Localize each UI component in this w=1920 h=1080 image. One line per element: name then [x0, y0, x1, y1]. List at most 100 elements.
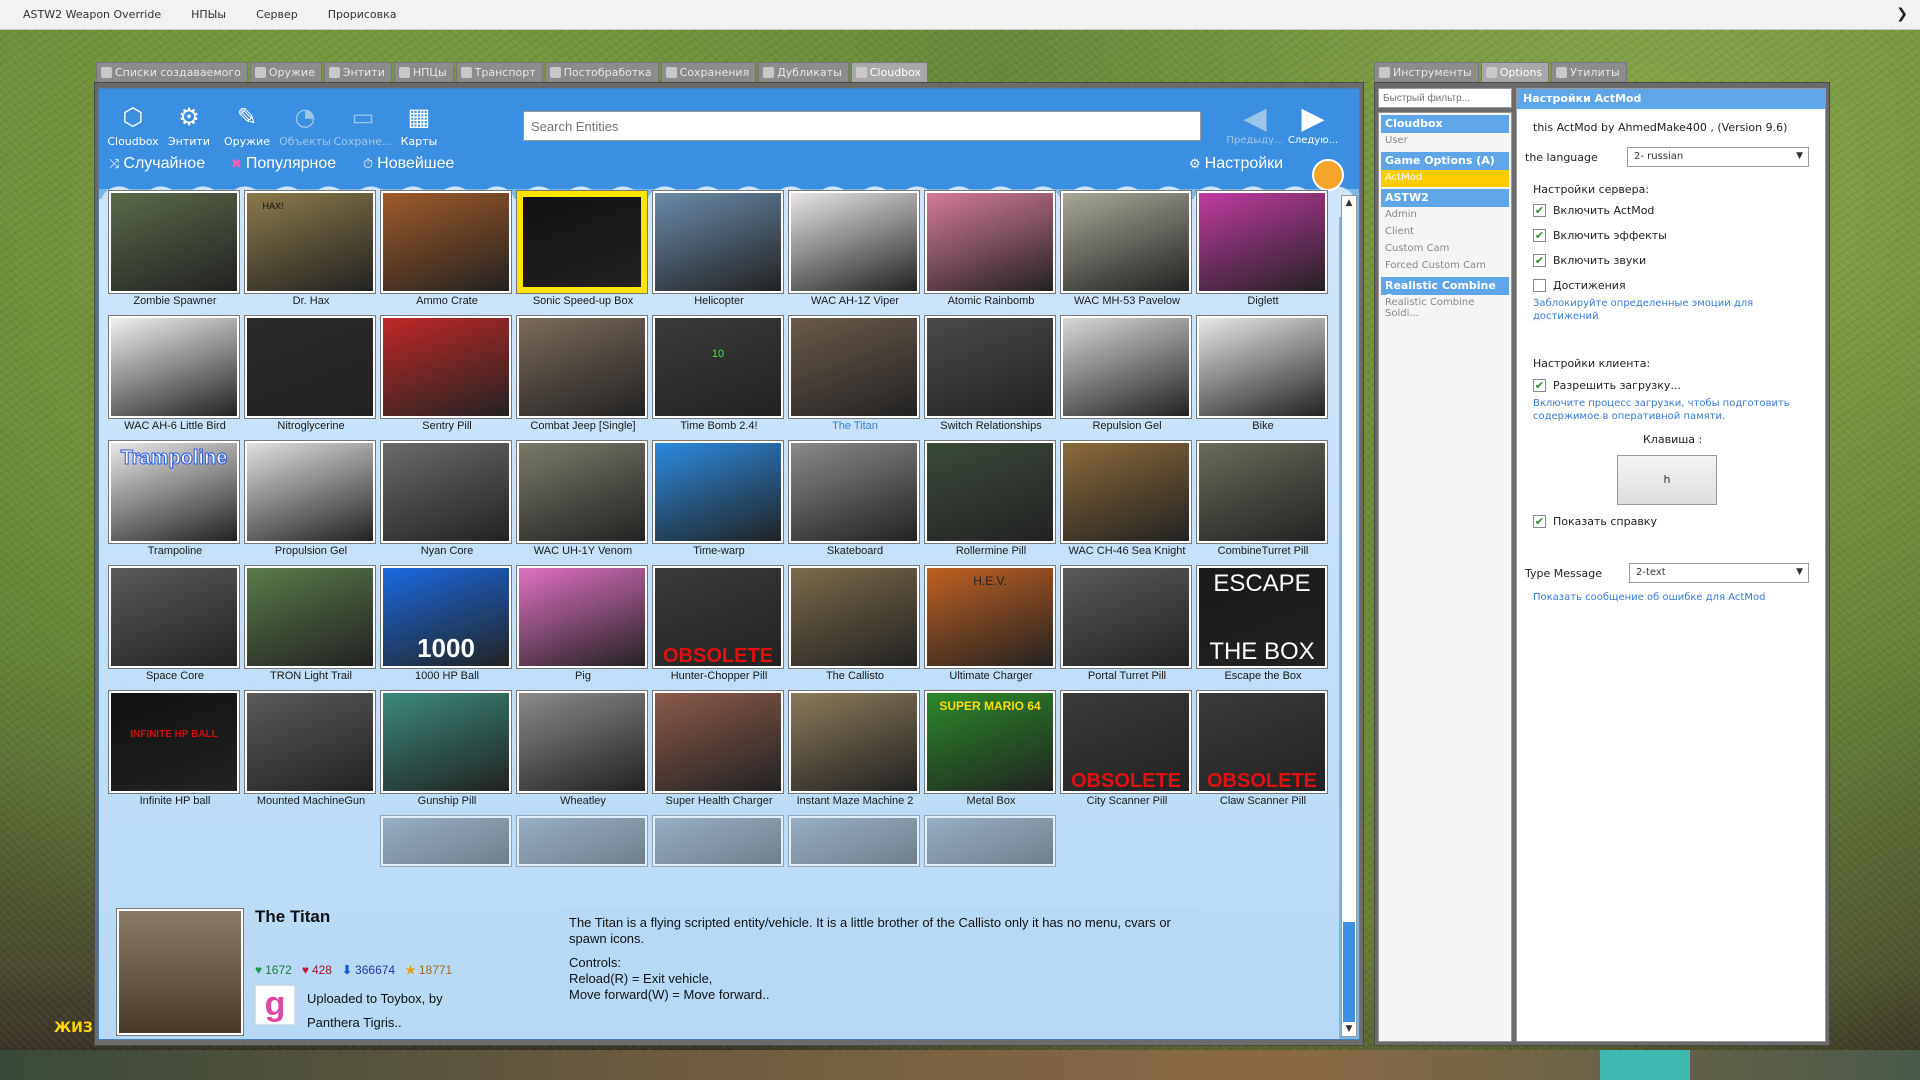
entity-tile[interactable]: WAC UH-1Y Venom	[517, 441, 649, 563]
tab-npcs[interactable]: НПЦы	[393, 62, 454, 82]
language-select[interactable]: 2- russian ▼	[1627, 147, 1809, 167]
entity-tile[interactable]: Nitroglycerine	[245, 316, 377, 438]
sort-newest[interactable]: ⏱ Новейшее	[363, 155, 454, 173]
entity-tile[interactable]: HAX! Dr. Hax	[245, 191, 377, 313]
search-input[interactable]	[523, 111, 1201, 141]
entity-tile[interactable]: Wheatley	[517, 691, 649, 813]
options-subitem[interactable]: Custom Cam	[1381, 241, 1509, 258]
options-subitem[interactable]: User	[1381, 133, 1509, 150]
entity-tile[interactable]: Super Health Charger	[653, 691, 785, 813]
entity-tile[interactable]: Atomic Rainbomb	[925, 191, 1057, 313]
prev-page-button[interactable]: ◀ Предыду...	[1225, 103, 1285, 147]
entity-tile[interactable]: WAC AH-6 Little Bird	[109, 316, 241, 438]
options-subitem[interactable]: Realistic Combine Soldi...	[1381, 295, 1509, 319]
entity-tile[interactable]: OBSOLETE Claw Scanner Pill	[1197, 691, 1329, 813]
tab-postprocess[interactable]: Постобработка	[544, 62, 659, 82]
tab-cloudbox[interactable]: Cloudbox	[850, 62, 929, 82]
achievements-checkbox[interactable]	[1533, 279, 1546, 292]
key-binder-button[interactable]: h	[1617, 455, 1717, 505]
options-subitem[interactable]: Forced Custom Cam	[1381, 258, 1509, 275]
entity-tile[interactable]: Bike	[1197, 316, 1329, 438]
entity-tile[interactable]: SUPER MARIO 64 Metal Box	[925, 691, 1057, 813]
tab-dupes[interactable]: Дубликаты	[758, 62, 849, 82]
enable-sounds-checkbox[interactable]: ✔	[1533, 254, 1546, 267]
user-avatar[interactable]	[1312, 159, 1344, 191]
enable-effects-checkbox[interactable]: ✔	[1533, 229, 1546, 242]
entity-tile[interactable]: Ammo Crate	[381, 191, 513, 313]
entity-tile[interactable]: WAC MH-53 Pavelow	[1061, 191, 1193, 313]
type-message-select[interactable]: 2-text ▼	[1629, 563, 1809, 583]
settings-button[interactable]: ⚙ Настройки	[1189, 155, 1283, 173]
tab-vehicles[interactable]: Транспорт	[455, 62, 543, 82]
entity-tile[interactable]: Zombie Spawner	[109, 191, 241, 313]
entity-tile[interactable]: CombineTurret Pill	[1197, 441, 1329, 563]
toolbar-maps-button[interactable]: ▦ Карты	[389, 103, 449, 148]
options-subitem[interactable]: ActMod	[1381, 170, 1509, 187]
entity-tile[interactable]: Gunship Pill	[381, 691, 513, 813]
entity-tile[interactable]: Diglett	[1197, 191, 1329, 313]
entity-tile[interactable]: The Titan	[789, 316, 921, 438]
entity-tile[interactable]: ESCAPE THE BOX Escape the Box	[1197, 566, 1329, 688]
tab-tools[interactable]: Инструменты	[1374, 62, 1479, 82]
quick-filter-input[interactable]	[1378, 88, 1512, 108]
show-error-link[interactable]: Показать сообщение об ошибке для ActMod	[1533, 591, 1765, 604]
allow-loading-checkbox[interactable]: ✔	[1533, 379, 1546, 392]
tab-weapons[interactable]: Оружие	[249, 62, 322, 82]
entity-tile[interactable]: Skateboard	[789, 441, 921, 563]
next-page-button[interactable]: ▶ Следую...	[1283, 103, 1343, 147]
options-category[interactable]: Game Options (A)	[1381, 152, 1509, 170]
toolbar-objects-button[interactable]: ◔ Объекты	[275, 103, 335, 148]
toolbar-cloudbox-button[interactable]: ⬡ Cloudbox	[103, 103, 163, 148]
entity-tile[interactable]: Nyan Core	[381, 441, 513, 563]
menu-render[interactable]: Прорисовка	[313, 8, 412, 21]
entity-tile[interactable]: INFINITE HP BALL Infinite HP ball	[109, 691, 241, 813]
entity-tile[interactable]: Propulsion Gel	[245, 441, 377, 563]
tab-saves[interactable]: Сохранения	[660, 62, 757, 82]
entity-tile[interactable]: Combat Jeep [Single]	[517, 316, 649, 438]
entity-tile[interactable]: Helicopter	[653, 191, 785, 313]
entity-tile[interactable]: Sonic Speed-up Box	[517, 191, 649, 313]
entity-tile[interactable]: OBSOLETE Hunter-Chopper Pill	[653, 566, 785, 688]
entity-tile[interactable]: Portal Turret Pill	[1061, 566, 1193, 688]
entity-tile[interactable]: TRON Light Trail	[245, 566, 377, 688]
entity-tile[interactable]: Rollermine Pill	[925, 441, 1057, 563]
entity-tile[interactable]: Mounted MachineGun	[245, 691, 377, 813]
chevron-right-icon[interactable]: ❯	[1896, 6, 1908, 22]
options-category[interactable]: ASTW2	[1381, 189, 1509, 207]
scroll-up-icon[interactable]: ▲	[1342, 196, 1356, 210]
entity-tile[interactable]: WAC AH-1Z Viper	[789, 191, 921, 313]
tab-utilities[interactable]: Утилиты	[1551, 62, 1627, 82]
show-help-checkbox[interactable]: ✔	[1533, 515, 1546, 528]
grid-scrollbar[interactable]: ▲ ▼	[1341, 195, 1357, 1037]
entity-tile[interactable]: Sentry Pill	[381, 316, 513, 438]
tab-entities[interactable]: Энтити	[323, 62, 392, 82]
entity-tile[interactable]: OBSOLETE City Scanner Pill	[1061, 691, 1193, 813]
scroll-thumb[interactable]	[1343, 922, 1355, 1022]
entity-tile[interactable]: Switch Relationships	[925, 316, 1057, 438]
entity-tile[interactable]: Instant Maze Machine 2	[789, 691, 921, 813]
menu-npcs[interactable]: НПЫы	[176, 8, 241, 21]
entity-tile[interactable]: WAC CH-46 Sea Knight	[1061, 441, 1193, 563]
scroll-down-icon[interactable]: ▼	[1342, 1022, 1356, 1036]
entity-tile[interactable]: Time-warp	[653, 441, 785, 563]
tab-spawnlists[interactable]: Списки создаваемого	[96, 62, 248, 82]
enable-actmod-checkbox[interactable]: ✔	[1533, 204, 1546, 217]
entity-tile[interactable]: Pig	[517, 566, 649, 688]
options-subitem[interactable]: Client	[1381, 224, 1509, 241]
toolbar-saves-button[interactable]: ▭ Сохране...	[333, 103, 393, 148]
toolbar-entities-button[interactable]: ⚙ Энтити	[159, 103, 219, 148]
menu-server[interactable]: Сервер	[241, 8, 313, 21]
entity-tile[interactable]: Repulsion Gel	[1061, 316, 1193, 438]
entity-tile[interactable]: H.E.V. Ultimate Charger	[925, 566, 1057, 688]
entity-tile[interactable]: Trampoline Trampoline	[109, 441, 241, 563]
menu-astw2[interactable]: ASTW2 Weapon Override	[8, 8, 176, 21]
tab-options[interactable]: Options	[1480, 62, 1550, 82]
entity-tile[interactable]: 10 Time Bomb 2.4!	[653, 316, 785, 438]
entity-tile[interactable]: The Callisto	[789, 566, 921, 688]
toolbar-weapons-button[interactable]: ✎ Оружие	[217, 103, 277, 148]
entity-tile[interactable]: Space Core	[109, 566, 241, 688]
sort-random[interactable]: ⤨ Случайное	[109, 155, 205, 173]
sort-popular[interactable]: ✖ Популярное	[231, 155, 336, 173]
options-category[interactable]: Realistic Combine S...	[1381, 277, 1509, 305]
options-subitem[interactable]: Admin	[1381, 207, 1509, 224]
